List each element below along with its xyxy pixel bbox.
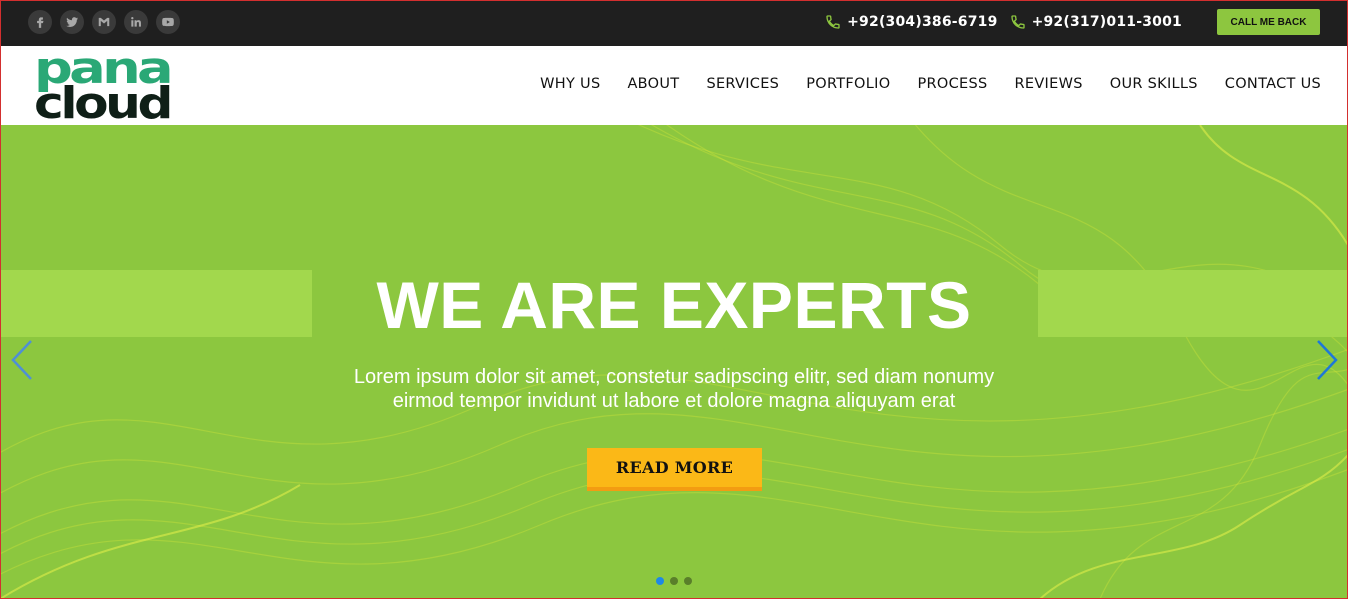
top-bar: +92(304)386-6719 +92(317)011-3001 CALL M… (0, 0, 1348, 46)
slider-prev-arrow[interactable] (9, 339, 35, 381)
panacloud-logo[interactable]: pana cloud (34, 43, 173, 129)
chevron-left-icon (11, 340, 32, 380)
nav-reviews[interactable]: REVIEWS (1014, 76, 1082, 92)
nav-contact-us[interactable]: CONTACT US (1225, 76, 1321, 92)
slider-next-arrow[interactable] (1314, 339, 1340, 381)
twitter-icon[interactable] (60, 10, 84, 34)
youtube-icon[interactable] (156, 10, 180, 34)
nav-about[interactable]: ABOUT (627, 76, 679, 92)
slider-dot-3[interactable] (684, 577, 692, 585)
hero-subtitle: Lorem ipsum dolor sit amet, constetur sa… (0, 365, 1348, 413)
hero-subtitle-line-1: Lorem ipsum dolor sit amet, constetur sa… (353, 366, 995, 388)
logo-text-bottom: cloud (34, 78, 170, 120)
hero-slider: WE ARE EXPERTS Lorem ipsum dolor sit ame… (0, 125, 1348, 599)
phone-icon (825, 14, 841, 30)
facebook-icon[interactable] (28, 10, 52, 34)
main-navbar: pana cloud WHY US ABOUT SERVICES PORTFOL… (0, 43, 1348, 129)
hero-subtitle-line-2: eirmod tempor invidunt ut labore et dolo… (392, 390, 956, 412)
nav-our-skills[interactable]: OUR SKILLS (1110, 76, 1198, 92)
phone-number-2[interactable]: +92(317)011-3001 (1032, 14, 1182, 30)
slider-dot-1[interactable] (656, 577, 664, 585)
wave-background (0, 125, 1348, 599)
gmail-icon[interactable] (92, 10, 116, 34)
phone-number-1[interactable]: +92(304)386-6719 (847, 14, 997, 30)
slider-dots (656, 577, 692, 585)
social-links (28, 10, 180, 34)
call-me-back-button[interactable]: CALL ME BACK (1217, 9, 1320, 35)
phone-numbers: +92(304)386-6719 +92(317)011-3001 (825, 14, 1188, 30)
hero-title: WE ARE EXPERTS (376, 268, 972, 342)
main-menu: WHY US ABOUT SERVICES PORTFOLIO PROCESS … (540, 76, 1321, 92)
slider-dot-2[interactable] (670, 577, 678, 585)
phone-icon (1010, 14, 1026, 30)
read-more-button[interactable]: READ MORE (587, 448, 762, 491)
nav-services[interactable]: SERVICES (706, 76, 779, 92)
nav-portfolio[interactable]: PORTFOLIO (806, 76, 890, 92)
nav-process[interactable]: PROCESS (917, 76, 987, 92)
linkedin-icon[interactable] (124, 10, 148, 34)
chevron-right-icon (1317, 340, 1338, 380)
nav-why-us[interactable]: WHY US (540, 76, 600, 92)
